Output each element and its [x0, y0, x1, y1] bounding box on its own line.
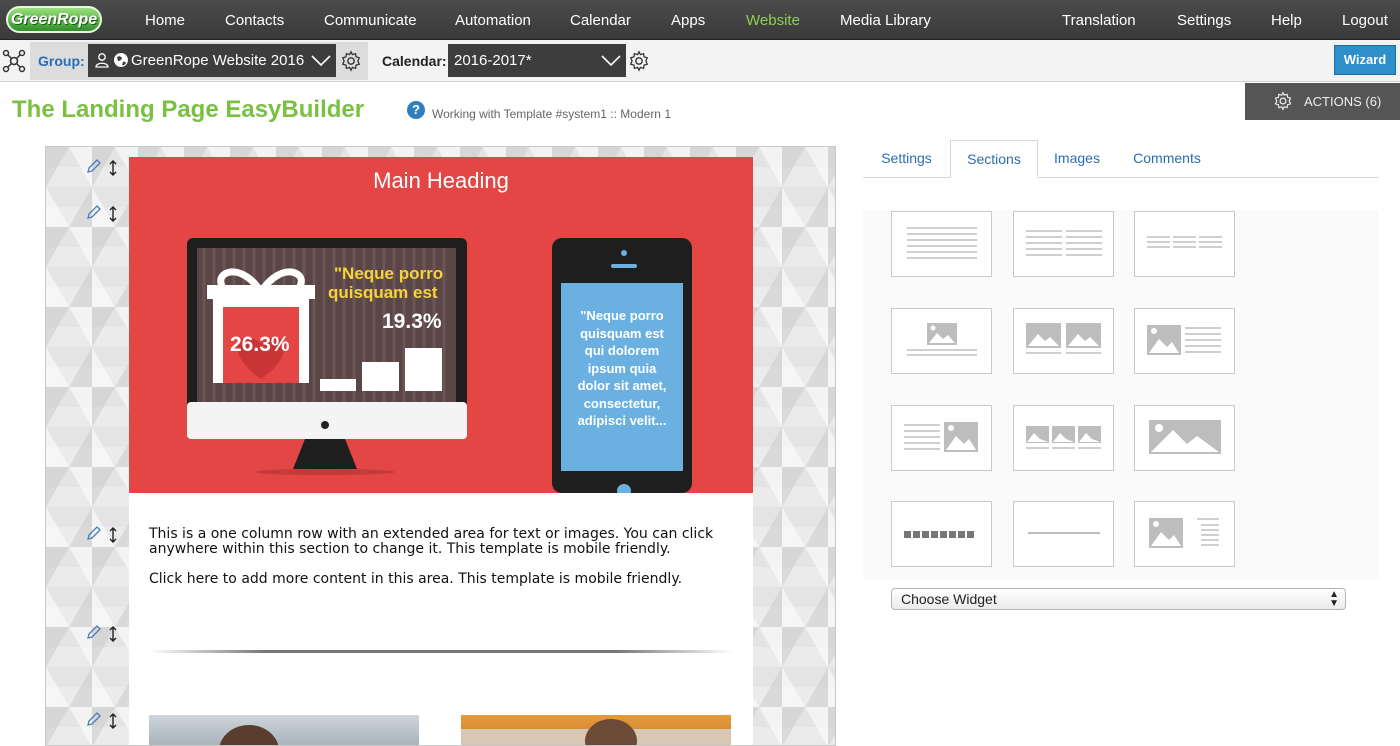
globe-icon [114, 53, 128, 67]
tab-comments[interactable]: Comments [1116, 140, 1218, 178]
actions-label: ACTIONS (6) [1304, 94, 1382, 109]
hero-section[interactable]: Main Heading "Neque porro quisquam est 1… [129, 157, 753, 493]
nav-home[interactable]: Home [145, 0, 185, 40]
group-select-value: GreenRope Website 2016 [131, 52, 305, 69]
move-icon[interactable] [108, 527, 118, 543]
section-text-image-right[interactable] [891, 405, 992, 471]
template-subtitle: Working with Template #system1 :: Modern… [432, 107, 671, 121]
select-arrows-icon: ▲ ▼ [1329, 589, 1339, 609]
section-image-left-text[interactable] [1134, 308, 1235, 374]
move-icon[interactable] [108, 160, 118, 176]
section-image-caption[interactable] [1134, 501, 1235, 567]
tab-sections[interactable]: Sections [950, 140, 1038, 178]
editor-canvas[interactable]: Main Heading "Neque porro quisquam est 1… [45, 146, 836, 746]
phone-text: "Neque porro quisquam est qui dolorem ip… [563, 307, 681, 430]
stat-big: 19.3% [382, 310, 442, 333]
move-icon[interactable] [108, 713, 118, 729]
section-three-column-text[interactable] [1134, 211, 1235, 277]
nav-automation[interactable]: Automation [455, 0, 531, 40]
nav-media-library[interactable]: Media Library [840, 0, 931, 40]
section-one-column-text[interactable] [891, 211, 992, 277]
row-controls [86, 624, 122, 644]
network-icon[interactable] [2, 49, 26, 73]
section-full-width-image[interactable] [1134, 405, 1235, 471]
section-three-images[interactable] [1013, 405, 1114, 471]
row-controls [86, 525, 122, 545]
phone-text-line: quisquam est [580, 325, 664, 341]
office-photo [461, 719, 731, 745]
phone-text-line: dolor sit amet, [577, 378, 667, 393]
nav-help[interactable]: Help [1271, 0, 1302, 40]
pencil-icon[interactable] [86, 711, 102, 727]
chevron-down-icon [601, 55, 621, 67]
stat-heart: 26.3% [230, 333, 290, 356]
actions-button[interactable]: ACTIONS (6) [1245, 83, 1400, 120]
wizard-button[interactable]: Wizard [1334, 45, 1396, 75]
phone-text-line: consectetur, [583, 395, 661, 411]
one-column-text[interactable]: This is a one column row with an extende… [149, 527, 739, 557]
pencil-icon[interactable] [86, 158, 102, 174]
gear-icon[interactable] [340, 50, 362, 72]
tab-images[interactable]: Images [1038, 140, 1116, 178]
gear-icon [1274, 91, 1292, 111]
panel-tabs: Settings Sections Images Comments [863, 140, 1379, 178]
nav-communicate[interactable]: Communicate [324, 0, 417, 40]
phone-text-line: adipisci velit... [577, 413, 667, 428]
group-label: Group: [38, 53, 85, 69]
choose-widget-label: Choose Widget [901, 591, 997, 607]
page-title: The Landing Page EasyBuilder [12, 96, 365, 123]
nav-settings[interactable]: Settings [1177, 0, 1231, 40]
toolbar: Group: GreenRope Website 2016 Calendar: … [0, 40, 1400, 82]
monitor-quote-line1: "Neque porro [334, 264, 444, 283]
chevron-down-icon [311, 55, 331, 67]
move-icon[interactable] [108, 206, 118, 222]
gear-icon[interactable] [628, 50, 650, 72]
section-divider[interactable] [1013, 501, 1114, 567]
calendar-select-value: 2016-2017* [454, 52, 532, 69]
phone-text-line: ipsum quia [587, 360, 657, 376]
person-photo [219, 725, 279, 745]
greenrope-logo[interactable]: GreenRope [6, 6, 102, 33]
divider-line[interactable] [149, 650, 733, 653]
phone-text-line: "Neque porro [580, 308, 664, 323]
photo-right[interactable] [461, 715, 731, 745]
nav-translation[interactable]: Translation [1062, 0, 1136, 40]
group-select[interactable]: GreenRope Website 2016 [88, 44, 336, 77]
section-two-column-text[interactable] [1013, 211, 1114, 277]
row-controls [86, 204, 122, 224]
tab-settings[interactable]: Settings [863, 140, 950, 178]
nav-contacts[interactable]: Contacts [225, 0, 284, 40]
section-image-above-text[interactable] [891, 308, 992, 374]
choose-widget-select[interactable]: Choose Widget ▲ ▼ [891, 588, 1346, 610]
pencil-icon[interactable] [86, 204, 102, 220]
more-content-text[interactable]: Click here to add more content in this a… [149, 571, 739, 587]
help-icon[interactable]: ? [407, 101, 425, 119]
section-social-icons[interactable] [891, 501, 992, 567]
row-controls [86, 158, 122, 178]
nav-website[interactable]: Website [746, 0, 800, 40]
calendar-select[interactable]: 2016-2017* [448, 44, 626, 77]
calendar-label: Calendar: [382, 53, 447, 69]
nav-logout[interactable]: Logout [1342, 0, 1388, 40]
user-icon [95, 53, 109, 68]
pencil-icon[interactable] [86, 624, 102, 640]
top-nav: GreenRope Home Contacts Communicate Auto… [0, 0, 1400, 40]
photo-left[interactable] [149, 715, 419, 745]
move-icon[interactable] [108, 626, 118, 642]
nav-apps[interactable]: Apps [671, 0, 705, 40]
phone-text-line: qui dolorem [584, 343, 660, 358]
hero-heading[interactable]: Main Heading [129, 168, 753, 194]
nav-calendar[interactable]: Calendar [570, 0, 631, 40]
landing-page-body[interactable]: Main Heading "Neque porro quisquam est 1… [129, 157, 753, 745]
row-controls [86, 711, 122, 731]
pencil-icon[interactable] [86, 525, 102, 541]
section-two-images[interactable] [1013, 308, 1114, 374]
monitor-quote-line2: quisquam est [328, 283, 438, 302]
